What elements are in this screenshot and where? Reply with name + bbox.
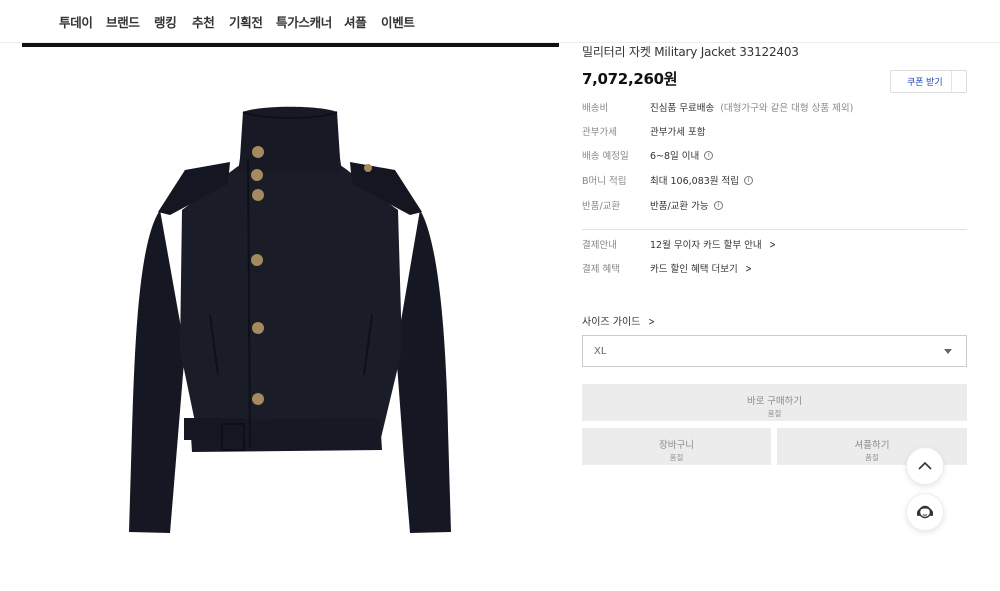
nav-item-brand[interactable]: 브랜드 — [106, 12, 140, 31]
shuffle-label: 셔플하기 — [854, 439, 890, 451]
chevron-up-icon — [918, 461, 932, 470]
size-select[interactable]: XL — [582, 335, 967, 367]
scroll-to-top-button[interactable] — [906, 447, 944, 485]
buy-now-button[interactable]: 바로 구매하기 품절 — [582, 384, 967, 421]
coupon-button-label: 쿠폰 받기 — [907, 77, 943, 87]
image-progress-bar — [22, 43, 559, 47]
shipping-label: 배송비 — [582, 103, 609, 114]
cart-label: 장바구니 — [659, 439, 694, 451]
size-guide-link[interactable]: 사이즈 가이드 > — [582, 313, 656, 328]
chevron-right-icon: > — [745, 261, 752, 275]
nav-item-exhibition[interactable]: 기획전 — [229, 12, 263, 31]
buy-now-label: 바로 구매하기 — [746, 395, 803, 407]
shipping-note: (대형가구와 같은 대형 상품 제외) — [720, 103, 854, 114]
nav-item-today[interactable]: 투데이 — [59, 12, 93, 31]
duty-label: 관부가세 — [582, 127, 617, 138]
info-icon[interactable]: i — [704, 150, 714, 160]
nav-item-recommend[interactable]: 추천 — [192, 12, 215, 31]
nav-item-event[interactable]: 이벤트 — [381, 12, 415, 31]
product-price: 7,072,260원 — [582, 70, 678, 88]
nav-item-deal-scanner[interactable]: 특가스캐너 — [276, 12, 332, 31]
chevron-down-icon — [944, 349, 952, 354]
section-divider — [582, 229, 967, 230]
customer-support-icon — [917, 505, 933, 519]
shipping-value: 진심품 무료배송 — [650, 103, 715, 114]
size-select-value: XL — [594, 346, 607, 357]
benefits-value: 카드 할인 혜택 더보기 — [650, 264, 738, 275]
size-guide-label: 사이즈 가이드 — [582, 317, 641, 328]
benefits-label: 결제 혜택 — [582, 264, 620, 275]
payment-label: 결제안내 — [582, 240, 617, 251]
chevron-right-icon: > — [647, 315, 655, 328]
coupon-button[interactable]: 쿠폰 받기 — [890, 70, 967, 93]
cart-button[interactable]: 장바구니 품절 — [582, 428, 771, 465]
coupon-arrow-icon — [951, 71, 966, 92]
jacket-image — [129, 106, 451, 533]
customer-support-button[interactable] — [906, 493, 944, 531]
nav-item-shuffle[interactable]: 셔플 — [344, 12, 367, 31]
info-icon[interactable]: i — [713, 200, 723, 210]
chevron-right-icon: > — [768, 237, 776, 251]
top-navigation: 투데이 브랜드 랭킹 추천 기획전 특가스캐너 셔플 이벤트 — [0, 0, 1000, 43]
points-label: B머니 적립 — [582, 176, 627, 187]
points-value: 최대 106,083원 적립 — [650, 176, 740, 187]
info-icon[interactable]: i — [744, 175, 754, 185]
product-image — [110, 100, 470, 545]
cart-status: 품절 — [669, 452, 684, 462]
returns-label: 반품/교환 — [582, 201, 621, 212]
nav-item-ranking[interactable]: 랭킹 — [154, 12, 177, 31]
product-name: 밀리터리 자켓 Military Jacket 33122403 — [582, 45, 799, 59]
eta-value: 6~8일 이내 — [650, 151, 700, 162]
buy-now-status: 품절 — [767, 408, 782, 418]
eta-label: 배송 예정일 — [582, 151, 629, 162]
duty-value: 관부가세 포함 — [650, 127, 706, 138]
payment-value: 12월 무이자 카드 할부 안내 — [650, 240, 762, 251]
returns-value: 반품/교환 가능 — [650, 201, 709, 212]
